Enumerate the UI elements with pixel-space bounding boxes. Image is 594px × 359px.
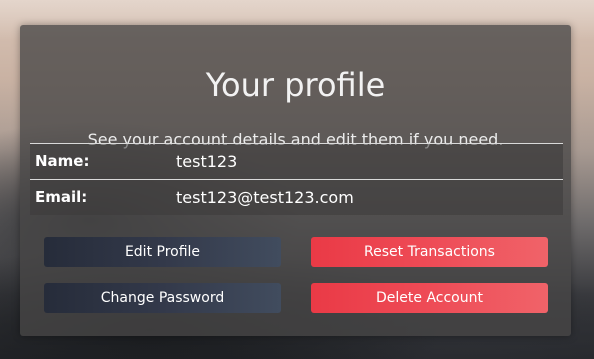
reset-transactions-button[interactable]: Reset Transactions [311,237,548,267]
account-details-table: Name: test123 Email: test123@test123.com [30,143,563,215]
delete-account-button[interactable]: Delete Account [311,283,548,313]
change-password-button[interactable]: Change Password [44,283,281,313]
name-row: Name: test123 [30,144,563,180]
edit-profile-button[interactable]: Edit Profile [44,237,281,267]
email-label: Email: [35,188,88,206]
email-value: test123@test123.com [176,188,354,207]
email-row: Email: test123@test123.com [30,180,563,215]
name-value: test123 [176,152,238,171]
name-label: Name: [35,152,90,170]
page-title: Your profile [205,66,386,104]
